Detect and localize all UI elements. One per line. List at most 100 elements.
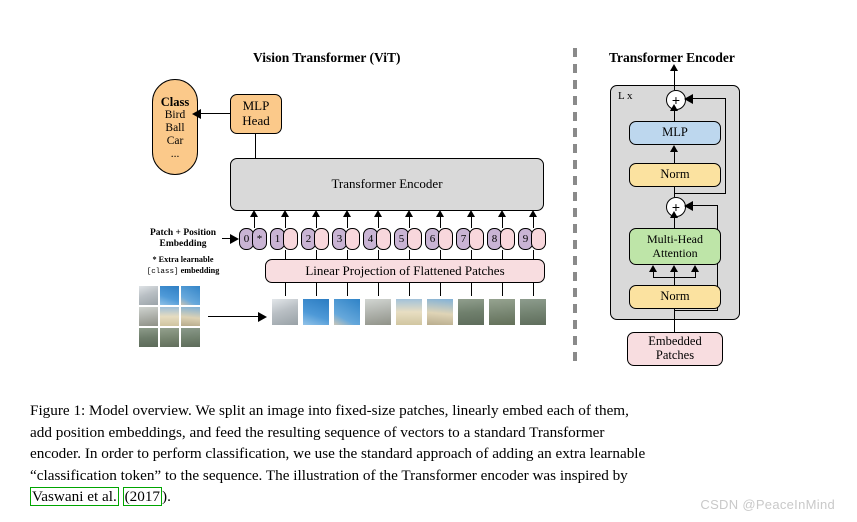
citation-author-link[interactable]: Vaswani et al.	[30, 487, 119, 507]
token-arrow-head-6	[436, 210, 444, 217]
source-image-tile-0-0	[138, 285, 159, 306]
token-arrow-stem-8	[502, 216, 504, 228]
linear-projection-bar: Linear Projection of Flattened Patches	[265, 259, 545, 283]
qkv-stem-q	[653, 271, 655, 278]
token-9-patch	[531, 228, 546, 250]
mlp-head-to-encoder-line	[255, 134, 257, 158]
source-image-tile-2-2	[180, 327, 201, 348]
patch-tile-1	[271, 298, 299, 326]
token-5-patch	[407, 228, 422, 250]
token-arrow-head-5	[405, 210, 413, 217]
caption-line-4: “classification token” to the sequence. …	[30, 466, 628, 484]
citation-year-link[interactable]: (2017	[122, 487, 163, 507]
token-arrow-head-3	[343, 210, 351, 217]
norm1-to-mlp-arrowhead	[670, 145, 678, 152]
source-image-tile-1-1	[159, 306, 180, 327]
encoder-attention-label-line1: Multi-Head	[647, 232, 703, 247]
linproj-in-line-2	[316, 283, 318, 296]
encoder-norm-bottom-block: Norm	[629, 285, 721, 309]
source-image-tile-0-1	[159, 285, 180, 306]
encoder-attention-block: Multi-Head Attention	[629, 228, 721, 265]
source-image-tile-0-2	[180, 285, 201, 306]
linproj-in-line-5	[409, 283, 411, 296]
residual-bottom-arrowhead	[684, 201, 693, 211]
encoder-norm-top-label: Norm	[660, 167, 690, 182]
embedded-patches-label-line1: Embedded	[648, 334, 702, 349]
residual-top-tap	[674, 193, 726, 195]
linproj-in-line-4	[378, 283, 380, 296]
attention-to-add-arrowhead	[670, 211, 678, 218]
token-arrow-head-9	[529, 210, 537, 217]
token-8-patch	[500, 228, 515, 250]
encoder-output-arrowhead	[670, 64, 678, 71]
patch-tile-7	[457, 298, 485, 326]
linproj-in-line-1	[285, 283, 287, 296]
class-item-bird: Bird	[164, 109, 186, 122]
caption-line-1: Figure 1: Model overview. We split an im…	[30, 402, 629, 419]
extra-learnable-line1: * Extra learnable	[152, 255, 214, 264]
token-arrow-head-1	[281, 210, 289, 217]
qkv-stem-v	[695, 271, 697, 278]
token-1-patch	[283, 228, 298, 250]
figure-page: Vision Transformer (ViT) Transformer Enc…	[0, 0, 857, 522]
transformer-encoder-bar: Transformer Encoder	[230, 158, 544, 211]
class-heading: Class	[160, 95, 190, 110]
extra-learnable-tail: embedding	[178, 265, 220, 275]
qkv-arrowhead-k	[670, 265, 678, 272]
token-7-patch	[469, 228, 484, 250]
linproj-in-line-8	[502, 283, 504, 296]
token-class-star: *	[252, 228, 267, 250]
residual-bottom-tap	[674, 310, 718, 312]
class-token-mono: [class]	[146, 267, 179, 276]
patch-tile-8	[488, 298, 516, 326]
token-arrow-stem-7	[471, 216, 473, 228]
class-item-ellipsis: ...	[170, 147, 180, 160]
extra-learnable-line2: [class] embedding	[127, 266, 239, 277]
mlp-to-class-arrowhead	[192, 109, 201, 119]
patch-tile-9	[519, 298, 547, 326]
token-arrow-stem-3	[347, 216, 349, 228]
source-image-tile-1-2	[180, 306, 201, 327]
linear-projection-label: Linear Projection of Flattened Patches	[305, 262, 505, 278]
linproj-in-line-6	[440, 283, 442, 296]
token-arrow-head-7	[467, 210, 475, 217]
mlp-head-label-line1: MLP	[242, 98, 270, 114]
patch-position-line1: Patch + Position	[149, 228, 217, 238]
source-image-tile-2-1	[159, 327, 180, 348]
qkv-arrowhead-v	[691, 265, 699, 272]
patch-tile-4	[364, 298, 392, 326]
figure-caption: Figure 1: Model overview. We split an im…	[30, 400, 825, 508]
residual-top-arrowhead	[684, 94, 693, 104]
token-6-patch	[438, 228, 453, 250]
add2-to-norm1-line	[674, 187, 676, 197]
token-4-patch	[376, 228, 391, 250]
embedded-to-norm2-line	[674, 308, 676, 333]
class-item-car: Car	[166, 135, 184, 147]
mlp-to-add-arrowhead	[670, 104, 678, 111]
linproj-in-line-9	[533, 283, 535, 296]
patch-position-embedding-label: Patch + Position Embedding	[131, 228, 235, 251]
source-to-patches-line	[208, 316, 260, 318]
token-arrow-head-0	[250, 210, 258, 217]
caption-line-3: encoder. In order to perform classificat…	[30, 445, 646, 463]
class-item-ball: Ball	[165, 122, 185, 135]
csdn-watermark: CSDN @PeaceInMind	[700, 497, 835, 512]
source-image-tile-1-0	[138, 306, 159, 327]
token-arrow-stem-5	[409, 216, 411, 228]
qkv-arrowhead-q	[649, 265, 657, 272]
source-to-patches-arrowhead	[258, 312, 267, 322]
transformer-encoder-bar-label: Transformer Encoder	[331, 176, 443, 192]
residual-bottom-horizontal	[692, 205, 718, 207]
linproj-in-line-3	[347, 283, 349, 296]
caption-line-2: add position embeddings, and feed the re…	[30, 423, 605, 441]
encoder-output-line	[674, 68, 676, 90]
class-output-box: Class Bird Ball Car ...	[152, 79, 198, 175]
token-2-patch	[314, 228, 329, 250]
token-arrow-head-8	[498, 210, 506, 217]
panel-divider	[573, 48, 577, 363]
extra-learnable-note: * Extra learnable [class] embedding	[127, 255, 239, 277]
token-arrow-stem-4	[378, 216, 380, 228]
embedded-patches-label-line2: Patches	[655, 348, 695, 362]
token-arrow-head-4	[374, 210, 382, 217]
mlp-to-class-line	[199, 113, 230, 115]
